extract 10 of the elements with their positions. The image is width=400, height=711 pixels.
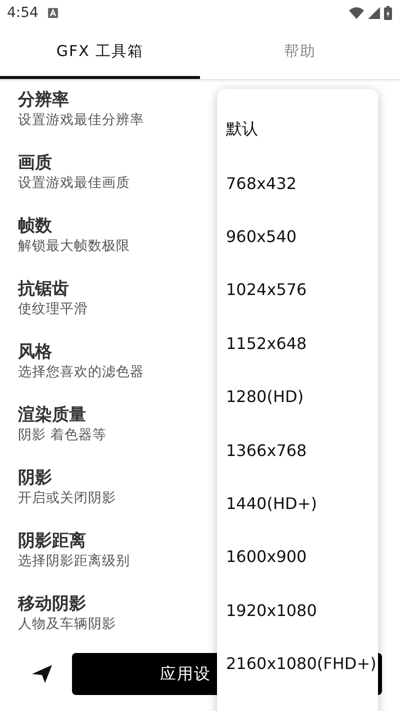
setting-description: 选择您喜欢的滤色器 — [18, 363, 144, 381]
setting-description: 使纹理平滑 — [18, 300, 88, 318]
setting-description: 阴影 着色器等 — [18, 426, 106, 444]
setting-description: 选择阴影距离级别 — [18, 552, 130, 570]
setting-description: 解锁最大帧数极限 — [18, 237, 130, 255]
setting-description: 设置游戏最佳画质 — [18, 174, 130, 192]
status-time: 4:54 — [7, 5, 38, 21]
setting-description: 开启或关闭阴影 — [18, 489, 116, 507]
setting-description: 设置游戏最佳分辨率 — [18, 111, 144, 129]
setting-description: 人物及车辆阴影 — [18, 615, 116, 633]
